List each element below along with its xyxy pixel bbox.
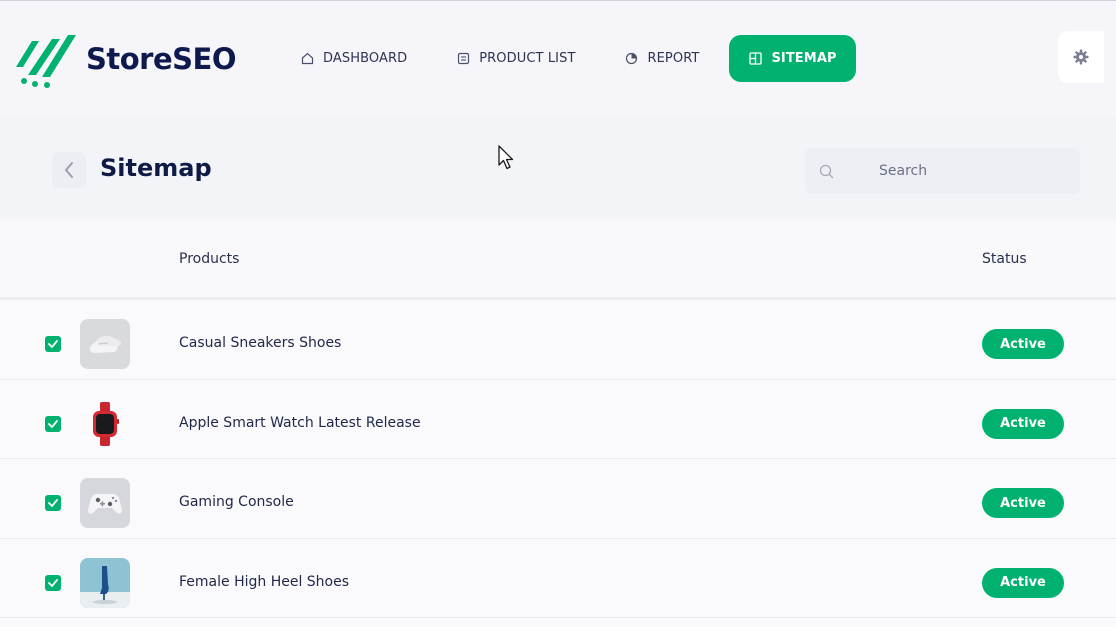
table-header: Products Status bbox=[0, 220, 1116, 300]
status-badge: Active bbox=[982, 329, 1064, 359]
logo-mark-icon bbox=[16, 35, 76, 88]
check-icon bbox=[48, 499, 58, 507]
nav-sitemap-label: SITEMAP bbox=[771, 51, 837, 66]
column-header-products: Products bbox=[179, 251, 240, 267]
top-bar: StoreSEO DASHBOARD PRODUCT LIST REPORT S… bbox=[0, 0, 1116, 118]
page-header: Sitemap bbox=[0, 118, 1116, 218]
row-checkbox[interactable] bbox=[45, 495, 61, 511]
smart-watch-thumbnail bbox=[80, 399, 130, 449]
column-header-status: Status bbox=[982, 251, 1027, 267]
nav-product-list[interactable]: PRODUCT LIST bbox=[440, 35, 591, 82]
list-icon bbox=[456, 52, 470, 66]
sneakers-thumbnail bbox=[80, 319, 130, 369]
table-row[interactable]: Apple Smart Watch Latest Release Active bbox=[0, 380, 1116, 459]
nav-dashboard[interactable]: DASHBOARD bbox=[284, 35, 423, 82]
search-input[interactable] bbox=[879, 163, 1059, 179]
nav-product-list-label: PRODUCT LIST bbox=[479, 51, 576, 66]
product-name[interactable]: Gaming Console bbox=[179, 494, 294, 510]
product-name[interactable]: Casual Sneakers Shoes bbox=[179, 335, 341, 351]
status-badge: Active bbox=[982, 408, 1064, 439]
status-badge: Active bbox=[982, 488, 1064, 518]
main-nav: DASHBOARD PRODUCT LIST REPORT SITEMAP bbox=[284, 35, 856, 82]
table-row[interactable]: Female High Heel Shoes Active bbox=[0, 539, 1116, 618]
gaming-controller-thumbnail bbox=[80, 478, 130, 528]
product-name[interactable]: Apple Smart Watch Latest Release bbox=[179, 415, 421, 431]
nav-sitemap[interactable]: SITEMAP bbox=[729, 35, 856, 82]
status-badge: Active bbox=[982, 567, 1064, 598]
row-checkbox[interactable] bbox=[45, 574, 61, 591]
sitemap-icon bbox=[748, 52, 762, 66]
nav-report[interactable]: REPORT bbox=[608, 35, 715, 82]
check-icon bbox=[48, 419, 58, 428]
table-row[interactable]: Casual Sneakers Shoes Active bbox=[0, 300, 1116, 380]
mouse-cursor-icon bbox=[498, 145, 516, 175]
brand-name: StoreSEO bbox=[86, 42, 237, 76]
home-icon bbox=[300, 52, 314, 66]
check-icon bbox=[48, 578, 58, 587]
sitemap-table: Products Status Casual Sneakers Shoes Ac… bbox=[0, 220, 1116, 627]
nav-dashboard-label: DASHBOARD bbox=[323, 51, 408, 66]
row-checkbox[interactable] bbox=[45, 336, 61, 352]
back-button[interactable] bbox=[52, 152, 86, 188]
nav-report-label: REPORT bbox=[647, 51, 700, 66]
search-icon bbox=[819, 163, 835, 179]
table-row[interactable]: Gaming Console Active bbox=[0, 459, 1116, 539]
report-icon bbox=[624, 52, 638, 66]
product-name[interactable]: Female High Heel Shoes bbox=[179, 574, 349, 590]
chevron-left-icon bbox=[65, 162, 73, 178]
check-icon bbox=[48, 340, 58, 348]
gear-icon bbox=[1073, 49, 1089, 65]
page-title: Sitemap bbox=[100, 154, 212, 182]
row-checkbox[interactable] bbox=[45, 415, 61, 432]
high-heel-thumbnail bbox=[80, 557, 130, 608]
storeseo-logo[interactable]: StoreSEO bbox=[14, 29, 237, 89]
search-box[interactable] bbox=[805, 148, 1080, 194]
settings-button[interactable] bbox=[1058, 31, 1104, 83]
